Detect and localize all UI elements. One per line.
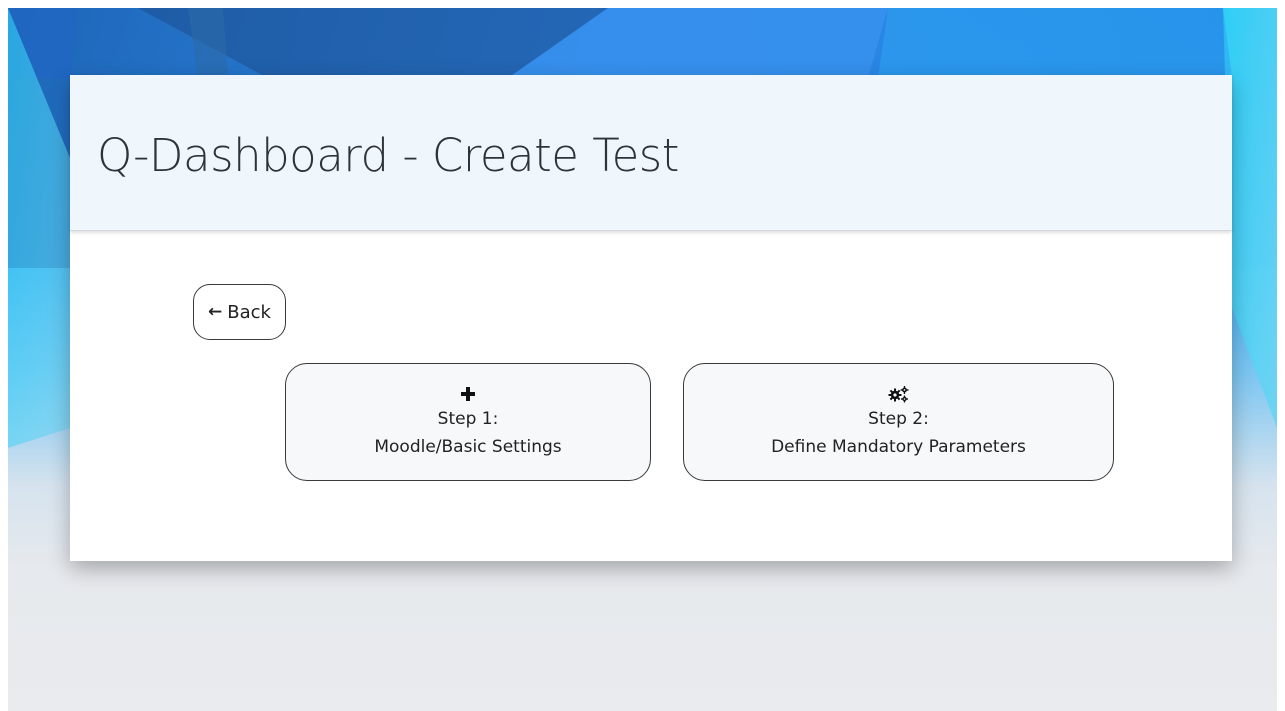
back-button[interactable]: ← Back: [193, 284, 286, 340]
step-1-label: Step 1:: [437, 409, 499, 429]
page-background: Q-Dashboard - Create Test ← Back Step 1:…: [8, 8, 1277, 711]
step-2-label: Step 2:: [868, 409, 929, 429]
card-header: Q-Dashboard - Create Test: [70, 75, 1232, 231]
step-2-button[interactable]: Step 2: Define Mandatory Parameters: [683, 363, 1114, 481]
gears-icon: [888, 383, 910, 405]
step-2-description: Define Mandatory Parameters: [771, 437, 1026, 457]
back-button-label: Back: [227, 301, 271, 323]
plus-icon: [460, 383, 476, 405]
step-1-description: Moodle/Basic Settings: [374, 437, 562, 457]
page-title: Q-Dashboard - Create Test: [97, 129, 679, 182]
step-1-button[interactable]: Step 1: Moodle/Basic Settings: [285, 363, 651, 481]
create-test-card: Q-Dashboard - Create Test ← Back Step 1:…: [70, 75, 1232, 561]
arrow-left-icon: ←: [208, 301, 223, 322]
